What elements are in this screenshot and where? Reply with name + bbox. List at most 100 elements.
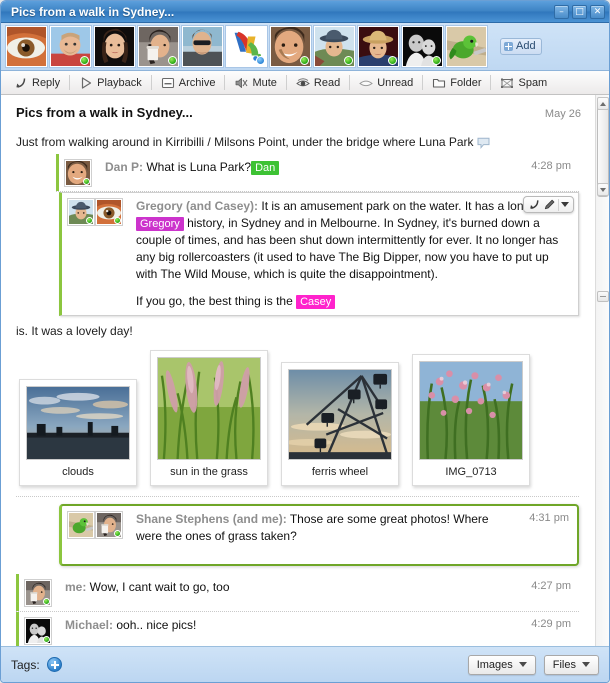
photo-caption: ferris wheel — [311, 466, 369, 479]
avatar-two-people-bw[interactable] — [24, 617, 52, 646]
participant-avatar-eye[interactable] — [5, 25, 48, 68]
participant-avatar-man-cowboy-hat[interactable] — [357, 25, 400, 68]
message-content-part1: It is an amusement park on the water. It… — [258, 199, 531, 214]
photo-caption: clouds — [62, 466, 94, 479]
toolbar-button-unread[interactable]: Unread — [350, 74, 422, 92]
message-content-part3: If you go, the best thing is the — [136, 294, 297, 309]
inline-tag-dan[interactable]: Dan — [251, 161, 280, 176]
vertical-scrollbar[interactable] — [595, 95, 609, 646]
eye-open-icon — [296, 77, 310, 86]
toolbar-label: Spam — [518, 76, 548, 89]
avatar-eye[interactable] — [95, 198, 123, 227]
message-row[interactable]: Michael: ooh.. nice pics! 4:29 pm — [16, 612, 579, 646]
participant-avatar-logo-colorful[interactable] — [225, 25, 268, 68]
add-participant-label: Add — [516, 40, 536, 52]
window-title-bar[interactable]: Pics from a walk in Sydney... – □ ✕ — [1, 1, 609, 23]
scroll-down-arrow-icon[interactable] — [597, 183, 609, 196]
photo-card-img-0713[interactable]: IMG_0713 — [412, 354, 530, 487]
message-sender: Michael: — [65, 618, 114, 633]
photo-card-clouds[interactable]: clouds — [19, 379, 137, 487]
message-content-part2: history, in Sydney and in Melbourne. In … — [136, 216, 559, 282]
participant-avatar-two-people-bw[interactable] — [401, 25, 444, 68]
message-group-2: Gregory (and Casey): It is an amusement … — [59, 192, 579, 317]
avatar-man-smiling[interactable] — [64, 159, 92, 188]
play-triangle-icon — [82, 76, 92, 89]
maximize-icon[interactable]: □ — [572, 4, 587, 19]
photo-img-0713-thumbnail[interactable] — [419, 361, 523, 461]
photo-caption: sun in the grass — [170, 466, 248, 479]
message-avatars — [67, 198, 123, 310]
message-row[interactable]: Dan P: What is Luna Park? Dan 4:28 pm — [56, 154, 579, 192]
archive-box-icon — [161, 77, 174, 88]
toolbar-label: Mute — [252, 76, 277, 89]
message-avatars — [64, 159, 92, 188]
participant-avatar-woman-dark[interactable] — [93, 25, 136, 68]
chevron-down-icon — [582, 662, 590, 667]
avatar-woman-coffee[interactable] — [24, 579, 52, 608]
photo-card-sun-in-the-grass[interactable]: sun in the grass — [150, 350, 268, 487]
inline-tag-gregory[interactable]: Gregory — [136, 217, 184, 232]
toolbar-button-playback[interactable]: Playback — [70, 74, 151, 92]
photo-sun-in-the-grass-thumbnail[interactable] — [157, 357, 261, 461]
files-dropdown-button[interactable]: Files — [543, 654, 599, 675]
participant-avatar-parrot[interactable] — [445, 25, 488, 68]
reply-arrow-icon[interactable] — [528, 198, 541, 211]
message-sender: Gregory (and Casey): — [136, 199, 259, 214]
toolbar-button-folder[interactable]: Folder — [423, 74, 490, 92]
inline-tag-casey[interactable]: Casey — [296, 295, 336, 310]
close-icon[interactable]: ✕ — [590, 4, 605, 19]
comment-bubble-icon[interactable] — [477, 137, 490, 149]
scroll-up-arrow-icon[interactable] — [597, 97, 609, 110]
eye-closed-icon — [359, 80, 374, 86]
participant-avatar-man-smiling[interactable] — [269, 25, 312, 68]
images-button-label: Images — [476, 658, 513, 671]
photo-ferris-wheel-thumbnail[interactable] — [288, 369, 392, 461]
participants-bar: Add — [1, 23, 609, 71]
participant-avatar-man-beard[interactable] — [49, 25, 92, 68]
spam-icon — [501, 78, 514, 88]
plus-icon — [504, 41, 513, 51]
scrollbar-thumb[interactable] — [597, 97, 609, 197]
online-indicator — [256, 56, 265, 65]
toolbar-button-read[interactable]: Read — [287, 74, 349, 92]
action-toolbar: Reply Playback Archive Mute Read Unread — [1, 71, 609, 95]
tags-footer-bar: Tags: Images Files — [1, 646, 609, 682]
chevron-down-icon — [518, 662, 527, 667]
chevron-down-icon[interactable] — [561, 202, 569, 208]
message-row-selected[interactable]: Shane Stephens (and me): Those are some … — [59, 504, 579, 567]
message-action-toolbar[interactable] — [523, 196, 574, 214]
add-tag-icon[interactable] — [46, 657, 62, 672]
add-participant-button[interactable]: Add — [500, 38, 542, 55]
photo-gallery: clouds sun in the grass ferris wheel IMG… — [1, 344, 595, 496]
minimize-icon[interactable]: – — [554, 4, 569, 19]
message-avatars — [24, 617, 52, 646]
avatar-parrot[interactable] — [67, 511, 95, 540]
toolbar-button-mute[interactable]: Mute — [225, 74, 285, 92]
avatar-woman-coffee[interactable] — [95, 511, 123, 540]
message-row[interactable]: me: Wow, I cant wait to go, too 4:27 pm — [16, 574, 579, 612]
pencil-icon[interactable] — [543, 198, 556, 211]
folder-icon — [433, 78, 446, 88]
message-text: Dan P: What is Luna Park? Dan — [97, 159, 517, 186]
photo-card-ferris-wheel[interactable]: ferris wheel — [281, 362, 399, 487]
toolbar-button-archive[interactable]: Archive — [152, 74, 225, 92]
images-dropdown-button[interactable]: Images — [467, 654, 536, 675]
speaker-mute-icon — [236, 77, 248, 88]
message-timestamp: 4:27 pm — [531, 580, 571, 593]
photo-clouds-thumbnail[interactable] — [26, 386, 130, 461]
scrollbar-resize-grip[interactable] — [597, 291, 609, 302]
participant-avatar-woman-coffee[interactable] — [137, 25, 180, 68]
thread-intro: Just from walking around in Kirribilli /… — [1, 120, 595, 154]
avatar-person-hat[interactable] — [67, 198, 95, 227]
message-content: ooh.. nice pics! — [113, 618, 197, 633]
participant-avatar-man-sunglasses[interactable] — [181, 25, 224, 68]
message-timestamp: 4:31 pm — [529, 512, 569, 525]
online-indicator — [388, 56, 397, 65]
toolbar-button-spam[interactable]: Spam — [491, 74, 556, 92]
participant-avatar-person-hat[interactable] — [313, 25, 356, 68]
toolbar-label: Folder — [450, 76, 482, 89]
window-title: Pics from a walk in Sydney... — [11, 4, 175, 19]
thread-date: May 26 — [544, 108, 581, 120]
toolbar-button-reply[interactable]: Reply — [5, 74, 69, 92]
message-row-expanded[interactable]: Gregory (and Casey): It is an amusement … — [59, 192, 579, 317]
